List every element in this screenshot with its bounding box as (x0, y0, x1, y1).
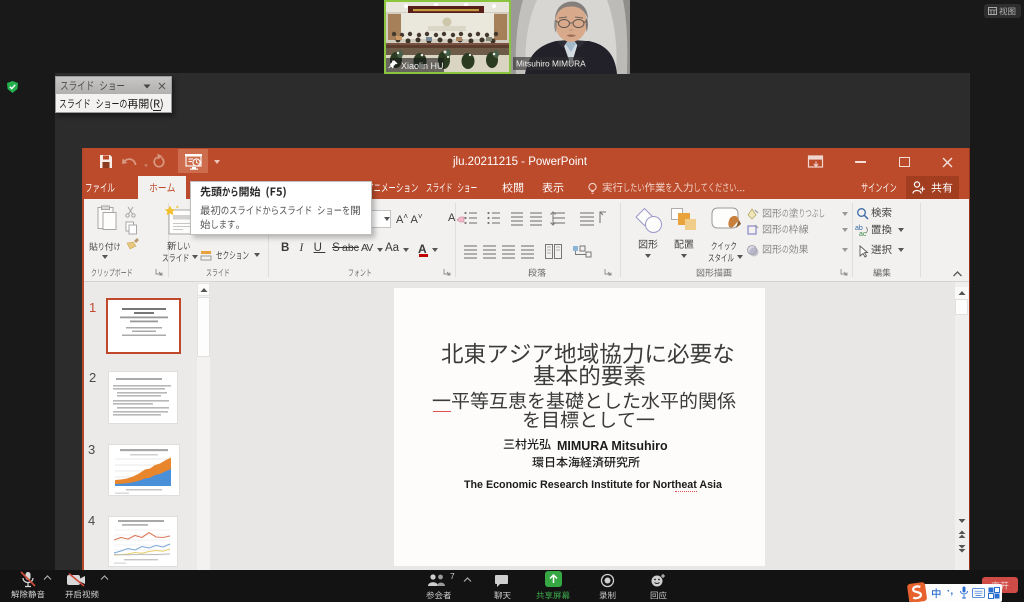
svg-text:Mitsuhiro MIMURA: Mitsuhiro MIMURA (516, 59, 586, 69)
svg-text:Xiaolin HU: Xiaolin HU (401, 61, 444, 71)
svg-text:ac: ac (859, 231, 867, 237)
